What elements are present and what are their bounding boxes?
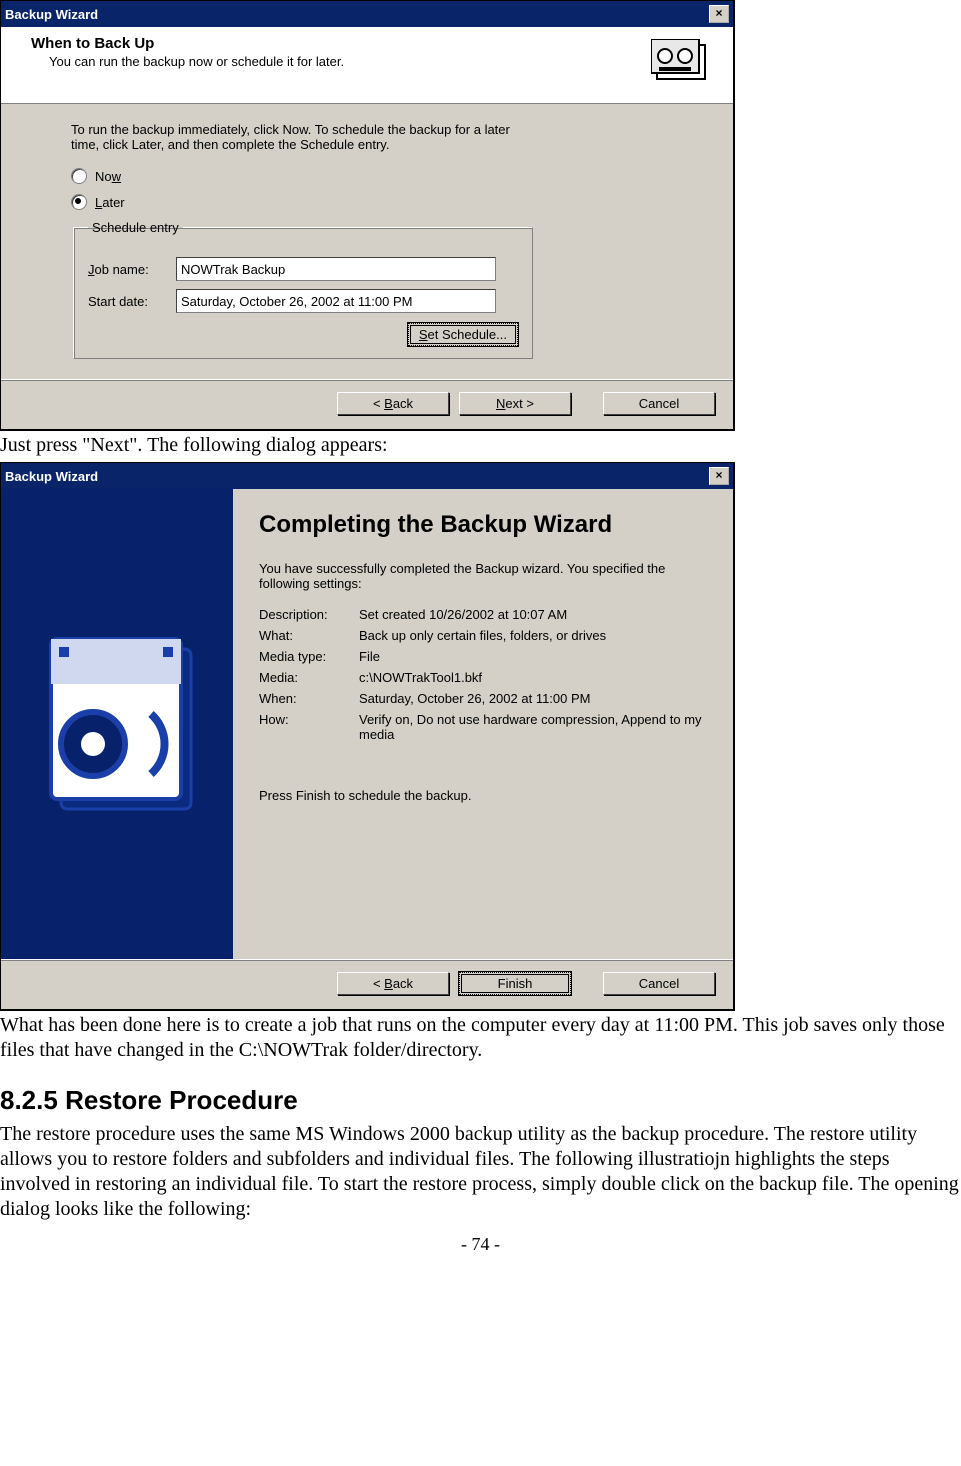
backup-wizard-dialog-1: Backup Wizard × When to Back Up You can …	[0, 0, 735, 431]
start-date-label: Start date:	[88, 294, 166, 309]
instructions: To run the backup immediately, click Now…	[71, 122, 541, 152]
how-key: How:	[259, 712, 359, 742]
button-bar-1: < Back Next > Cancel	[1, 379, 733, 429]
header-subtitle: You can run the backup now or schedule i…	[31, 52, 721, 69]
window-title-2: Backup Wizard	[5, 469, 98, 484]
close-icon[interactable]: ×	[709, 5, 729, 23]
job-name-label: Job name:	[88, 262, 166, 277]
completing-title: Completing the Backup Wizard	[259, 511, 707, 539]
finish-button[interactable]: Finish	[459, 972, 571, 995]
doc-paragraph-1: Just press "Next". The following dialog …	[0, 431, 961, 462]
cancel-button[interactable]: Cancel	[603, 392, 715, 415]
page-number: - 74 -	[0, 1226, 961, 1263]
back-button[interactable]: < Back	[337, 392, 449, 415]
wizard-graphic	[1, 489, 233, 959]
button-bar-2: < Back Finish Cancel	[1, 959, 733, 1009]
titlebar[interactable]: Backup Wizard ×	[1, 1, 733, 27]
completing-content: Completing the Backup Wizard You have su…	[233, 489, 733, 959]
what-val: Back up only certain files, folders, or …	[359, 628, 707, 643]
doc-paragraph-3: The restore procedure uses the same MS W…	[0, 1120, 961, 1226]
header-title: When to Back Up	[31, 35, 721, 52]
radio-now-label: Now	[95, 169, 121, 184]
radio-now[interactable]	[71, 168, 87, 184]
schedule-legend: Schedule entry	[88, 220, 183, 235]
how-val: Verify on, Do not use hardware compressi…	[359, 712, 707, 742]
window-title: Backup Wizard	[5, 7, 98, 22]
job-name-input[interactable]	[176, 257, 496, 281]
radio-now-row[interactable]: Now	[71, 168, 693, 184]
radio-later[interactable]	[71, 194, 87, 210]
wizard-header: When to Back Up You can run the backup n…	[1, 27, 733, 104]
media-val: c:\NOWTrakTool1.bkf	[359, 670, 707, 685]
wizard-body: To run the backup immediately, click Now…	[1, 104, 733, 379]
when-val: Saturday, October 26, 2002 at 11:00 PM	[359, 691, 707, 706]
media-key: Media:	[259, 670, 359, 685]
completing-body: Completing the Backup Wizard You have su…	[1, 489, 733, 959]
next-button[interactable]: Next >	[459, 392, 571, 415]
what-key: What:	[259, 628, 359, 643]
section-heading: 8.2.5 Restore Procedure	[0, 1085, 961, 1116]
doc-paragraph-2: What has been done here is to create a j…	[0, 1011, 961, 1067]
schedule-entry-group: Schedule entry Job name: Start date: Set…	[73, 220, 533, 359]
close-icon-2[interactable]: ×	[709, 467, 729, 485]
radio-later-row[interactable]: Later	[71, 194, 693, 210]
when-key: When:	[259, 691, 359, 706]
desc-key: Description:	[259, 607, 359, 622]
set-schedule-button[interactable]: Set Schedule...	[408, 323, 518, 346]
titlebar-2[interactable]: Backup Wizard ×	[1, 463, 733, 489]
press-finish: Press Finish to schedule the backup.	[259, 788, 707, 803]
tape-icon	[651, 39, 711, 90]
radio-later-label: Later	[95, 195, 125, 210]
desc-val: Set created 10/26/2002 at 10:07 AM	[359, 607, 707, 622]
mediatype-val: File	[359, 649, 707, 664]
backup-wizard-dialog-2: Backup Wizard × Completing the Backup Wi…	[0, 462, 735, 1011]
cancel-button-2[interactable]: Cancel	[603, 972, 715, 995]
back-button-2[interactable]: < Back	[337, 972, 449, 995]
completing-line1: You have successfully completed the Back…	[259, 561, 707, 591]
start-date-input[interactable]	[176, 289, 496, 313]
mediatype-key: Media type:	[259, 649, 359, 664]
